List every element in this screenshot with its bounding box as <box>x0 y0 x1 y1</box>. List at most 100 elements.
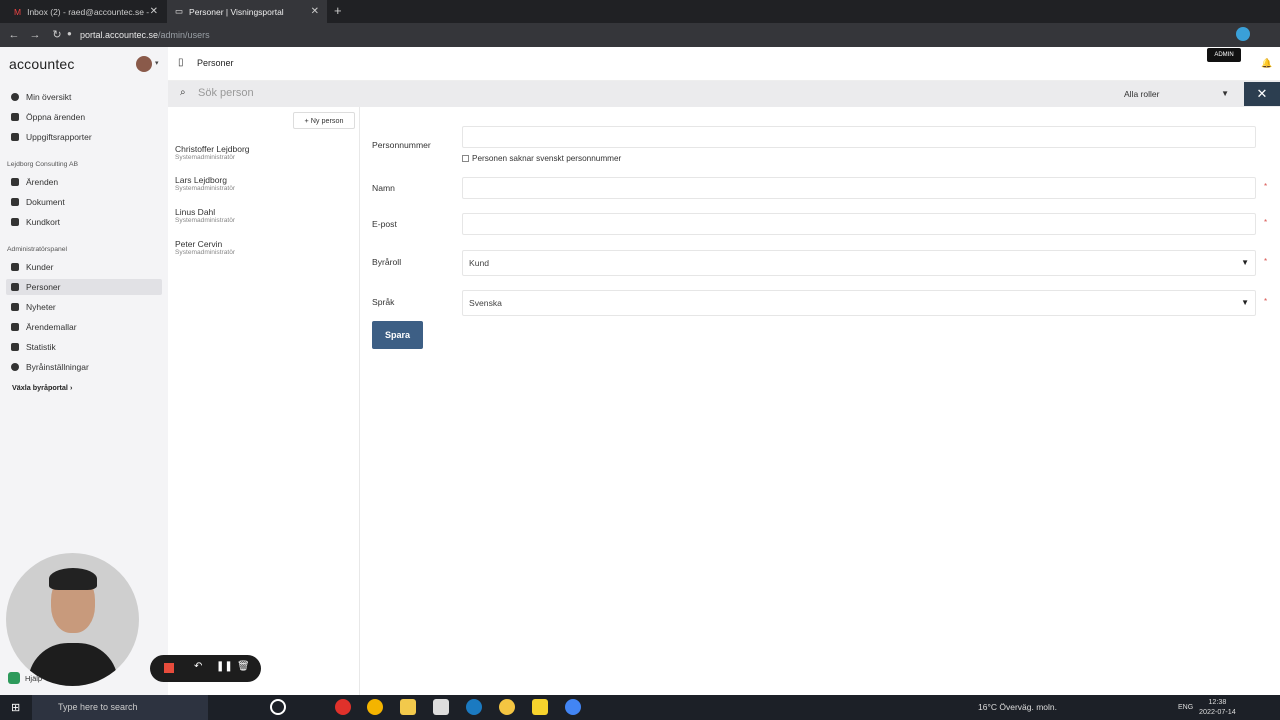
sidebar-item-label: Min översikt <box>26 92 72 102</box>
webcam-overlay <box>6 553 139 686</box>
browser-tab-strip: M Inbox (2) - raed@accountec.se - ✕ ▭ Pe… <box>0 0 1280 23</box>
required-asterisk: * <box>1264 182 1268 191</box>
file-explorer-icon[interactable] <box>400 699 416 715</box>
user-avatar[interactable] <box>136 56 152 72</box>
personnummer-field[interactable] <box>462 126 1256 148</box>
folder-icon <box>11 198 19 206</box>
checkbox-icon[interactable] <box>462 155 469 162</box>
trash-icon[interactable]: 🗑 <box>237 661 250 672</box>
chevron-right-icon: › <box>69 383 73 392</box>
forward-icon[interactable]: → <box>27 26 43 44</box>
switch-portal-link[interactable]: Växla byråportal › <box>12 383 72 392</box>
sidebar-item-oppna-arenden[interactable]: Öppna ärenden <box>6 109 162 125</box>
sidebar-item-label: Uppgiftsrapporter <box>26 132 92 142</box>
bell-icon[interactable]: 🔔 <box>1261 58 1272 69</box>
sidebar-item-arendemallar[interactable]: Ärendemallar <box>6 319 162 335</box>
no-ssn-checkbox[interactable]: Personen saknar svenskt personnummer <box>462 154 621 163</box>
tab-inbox-title: Inbox (2) - raed@accountec.se - <box>27 6 150 17</box>
system-clock[interactable]: 12:38 2022-07-14 <box>1199 697 1236 717</box>
url-path: /admin/users <box>158 30 210 40</box>
email-field[interactable] <box>462 213 1256 235</box>
list-item[interactable]: Peter Cervin Systemadministratör <box>175 239 235 256</box>
taskbar-search-placeholder: Type here to search <box>58 702 138 712</box>
windows-taskbar: ⊞ Type here to search 16°C Överväg. moln… <box>0 695 1280 720</box>
envelope-icon <box>11 178 19 186</box>
list-item[interactable]: Christoffer Lejdborg Systemadministratör <box>175 144 250 161</box>
sidebar-item-byrainstallningar[interactable]: Byråinställningar <box>6 359 162 375</box>
person-role: Systemadministratör <box>175 249 236 256</box>
person-form: Personnummer Personen saknar svenskt per… <box>361 107 1280 695</box>
help-label[interactable]: Hjälp <box>25 674 42 683</box>
tools-button[interactable]: ✕ <box>1244 82 1280 106</box>
clock-time: 12:38 <box>1208 697 1227 706</box>
required-asterisk: * <box>1264 218 1268 227</box>
browser-toolbar: ← → ↻ ● portal.accountec.se/admin/users <box>0 23 1280 47</box>
calculator-icon[interactable] <box>433 699 449 715</box>
tab-personer[interactable]: ▭ Personer | Visningsportal ✕ <box>167 0 327 23</box>
close-tab-icon[interactable]: ✕ <box>311 6 319 17</box>
required-asterisk: * <box>1264 297 1268 306</box>
stop-recording-icon[interactable] <box>164 663 174 673</box>
sidebar-section-admin: Administratörspanel <box>7 246 68 253</box>
windows-start-icon[interactable]: ⊞ <box>11 701 20 714</box>
role-select[interactable]: Kund ▼ <box>462 250 1256 276</box>
new-person-button[interactable]: + Ny person <box>293 112 355 129</box>
sidebar-item-label: Byråinställningar <box>26 362 89 372</box>
person-name: Linus Dahl <box>175 207 216 217</box>
sidebar-item-arenden[interactable]: Ärenden <box>6 174 162 190</box>
norton-icon[interactable] <box>499 699 515 715</box>
bookmark-icon <box>11 323 19 331</box>
sidebar-item-dokument[interactable]: Dokument <box>6 194 162 210</box>
chrome-active-icon[interactable] <box>565 699 581 715</box>
save-button[interactable]: Spara <box>372 321 423 349</box>
brand-logo: accountec <box>9 56 75 72</box>
help-icon[interactable] <box>8 672 20 684</box>
undo-icon[interactable]: ↶ <box>194 661 202 672</box>
recording-controls: ↶ ❚❚ 🗑 <box>150 655 261 682</box>
sidebar-item-uppgiftsrapporter[interactable]: Uppgiftsrapporter <box>6 129 162 145</box>
chevron-down-icon[interactable]: ▾ <box>155 59 159 67</box>
sidebar-item-personer[interactable]: Personer <box>6 279 162 295</box>
cortana-icon[interactable] <box>270 699 286 715</box>
page-header: ▯ Personer <box>168 47 1280 81</box>
search-input[interactable]: Sök person <box>198 87 254 99</box>
megaphone-icon <box>11 303 19 311</box>
opera-icon[interactable] <box>335 699 351 715</box>
language-indicator[interactable]: ENG <box>1178 695 1193 720</box>
search-bar: ⌕ Sök person Alla roller ▼ ✕ <box>168 81 1280 107</box>
sidebar-item-label: Öppna ärenden <box>26 112 86 122</box>
tab-inbox[interactable]: M Inbox (2) - raed@accountec.se - ✕ <box>6 0 166 23</box>
sidebar-item-kunder[interactable]: Kunder <box>6 259 162 275</box>
role-filter-select[interactable]: Alla roller ▼ <box>1119 85 1233 103</box>
sidebar-section-company: Lejdborg Consulting AB <box>7 161 79 168</box>
address-bar[interactable]: portal.accountec.se/admin/users <box>80 26 210 44</box>
gmail-icon: M <box>14 6 22 17</box>
sidebar-item-min-oversikt[interactable]: Min översikt <box>6 89 162 105</box>
new-tab-icon[interactable]: + <box>334 3 342 18</box>
close-tab-icon[interactable]: ✕ <box>150 6 158 17</box>
back-icon[interactable]: ← <box>6 26 22 44</box>
webcam-person-hair <box>49 568 97 590</box>
pause-icon[interactable]: ❚❚ <box>216 661 233 672</box>
taskbar-search-input[interactable]: Type here to search <box>32 695 208 720</box>
sidebar-item-label: Kunder <box>26 262 54 272</box>
language-label: Språk <box>372 297 395 307</box>
list-item[interactable]: Lars Lejdborg Systemadministratör <box>175 175 235 192</box>
profile-avatar[interactable] <box>1236 27 1250 41</box>
steam-icon[interactable] <box>466 699 482 715</box>
inbox-icon <box>11 113 19 121</box>
language-select[interactable]: Svenska ▼ <box>462 290 1256 316</box>
sidebar-item-label: Personer <box>26 282 61 292</box>
name-field[interactable] <box>462 177 1256 199</box>
sticky-notes-icon[interactable] <box>532 699 548 715</box>
sidebar-item-kundkort[interactable]: Kundkort <box>6 214 162 230</box>
reload-icon[interactable]: ↻ <box>49 26 65 44</box>
sidebar-item-nyheter[interactable]: Nyheter <box>6 299 162 315</box>
caret-down-icon: ▼ <box>1241 298 1249 307</box>
weather-label[interactable]: 16°C Överväg. moln. <box>978 695 1057 720</box>
dashboard-icon <box>11 93 19 101</box>
sidebar-toggle-icon[interactable]: ▯ <box>178 57 184 68</box>
list-item[interactable]: Linus Dahl Systemadministratör <box>175 207 235 224</box>
sidebar-item-statistik[interactable]: Statistik <box>6 339 162 355</box>
chrome-icon[interactable] <box>367 699 383 715</box>
